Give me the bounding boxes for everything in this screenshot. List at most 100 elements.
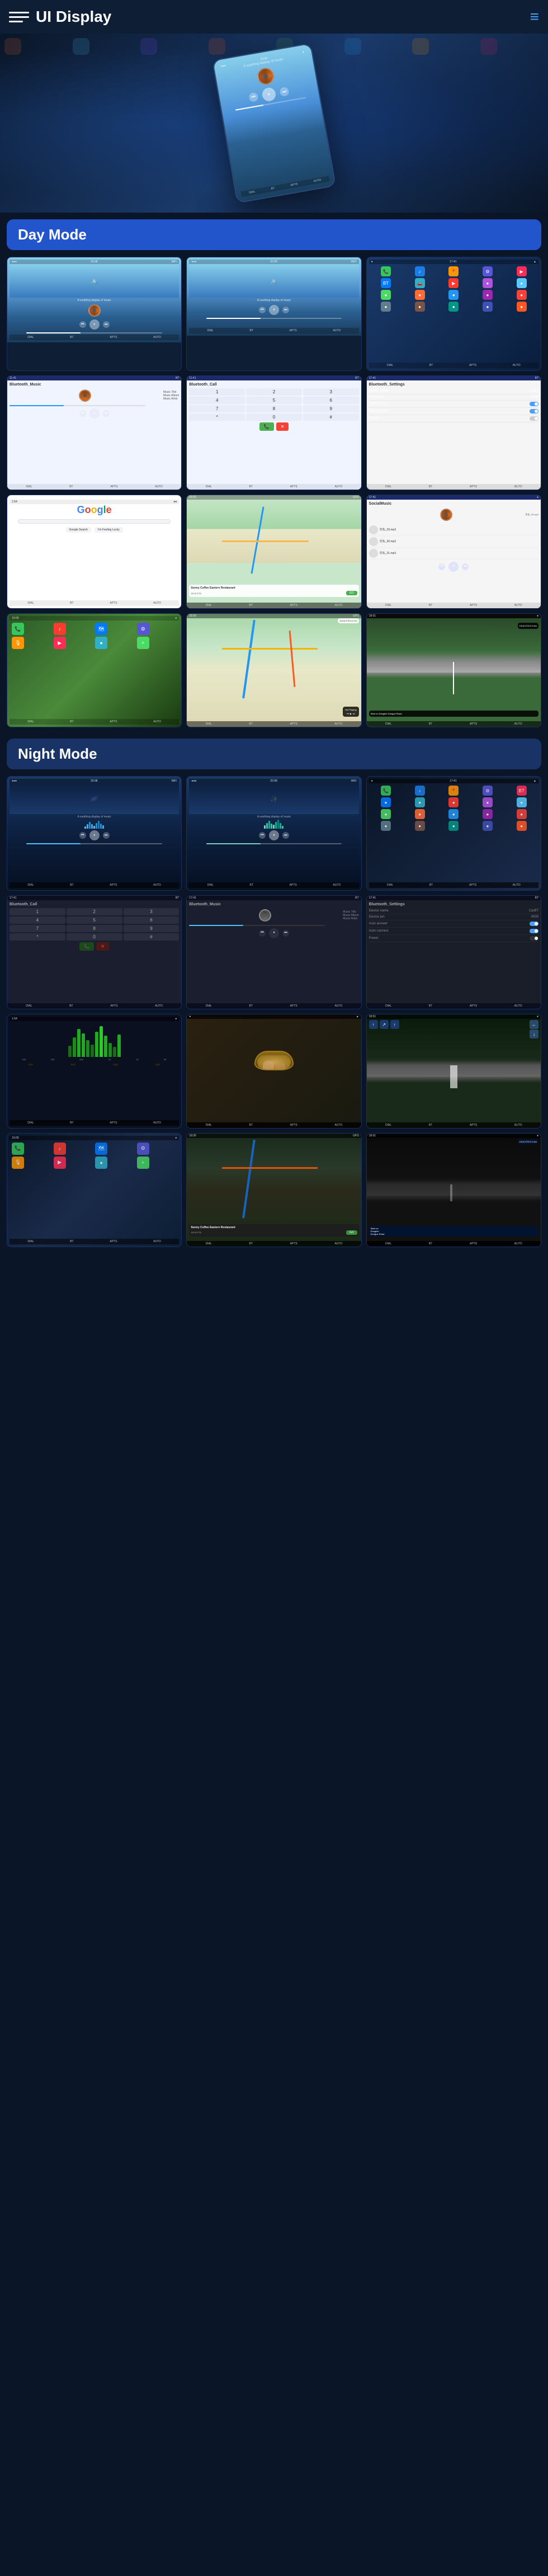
nbtm-dial[interactable]: DIAL <box>206 1004 212 1008</box>
nbtm-play[interactable]: ⏸ <box>269 928 279 938</box>
sm-auto[interactable]: AUTO <box>514 604 522 607</box>
n-num-3[interactable]: 3 <box>124 908 179 915</box>
n-app-more3[interactable]: ● <box>448 797 459 807</box>
night-play-1[interactable]: ⏸ <box>89 830 100 840</box>
nbts-bt[interactable]: BT <box>429 1004 432 1008</box>
gps-dial[interactable]: DIAL <box>206 722 212 726</box>
n-app-more4[interactable]: ● <box>483 797 493 807</box>
gps-auto[interactable]: AUTO <box>334 722 342 726</box>
nm1-apts[interactable]: APTS <box>110 883 117 887</box>
nag-apts[interactable]: APTS <box>469 883 476 887</box>
app-icon-more12[interactable]: ● <box>517 302 527 312</box>
gps-bt[interactable]: BT <box>249 722 253 726</box>
d2-apts[interactable]: APTS <box>290 329 297 332</box>
num-4[interactable]: 4 <box>189 397 245 404</box>
num-8[interactable]: 8 <box>246 405 302 412</box>
la-dial[interactable]: DIAL <box>27 720 34 723</box>
app-icon-waze[interactable]: 🚗 <box>415 278 425 288</box>
app-icon-more6[interactable]: ● <box>483 290 493 300</box>
n-app-more14[interactable]: ● <box>483 821 493 831</box>
day-next-1[interactable]: ⏭ <box>103 321 110 328</box>
g-dial[interactable]: DIAL <box>27 601 34 605</box>
bts-dial[interactable]: DIAL <box>385 485 391 488</box>
map-auto[interactable]: AUTO <box>334 604 342 607</box>
map-bt[interactable]: BT <box>249 604 253 607</box>
n-la-more1[interactable]: ● <box>95 1157 107 1169</box>
neq-bt[interactable]: BT <box>70 1121 73 1125</box>
ag-dial[interactable]: DIAL <box>387 364 393 367</box>
ncp-apts[interactable]: APTS <box>470 1242 477 1245</box>
nbtm-auto[interactable]: AUTO <box>334 1004 342 1008</box>
num-5[interactable]: 5 <box>246 397 302 404</box>
n-app-more8[interactable]: ● <box>448 809 459 819</box>
track-item-3[interactable]: 华东_31.mp3 <box>369 548 538 560</box>
app-icon-music[interactable]: ♪ <box>415 266 425 276</box>
la-bt[interactable]: BT <box>70 720 73 723</box>
n-num-hash[interactable]: # <box>124 933 179 941</box>
btm-prev[interactable]: ⏮ <box>79 410 86 417</box>
np-next[interactable]: ⏭ <box>353 712 355 715</box>
neq-apts[interactable]: APTS <box>110 1121 117 1125</box>
nrd-auto[interactable]: AUTO <box>514 1124 522 1127</box>
bottom-apts[interactable]: APTS <box>290 182 298 187</box>
num-star[interactable]: * <box>189 413 245 421</box>
n-num-4[interactable]: 4 <box>10 916 65 924</box>
ag-bt[interactable]: BT <box>429 364 433 367</box>
nm2-dial[interactable]: DIAL <box>207 883 214 887</box>
app-icon-youtube[interactable]: ▶ <box>448 278 459 288</box>
app-icon-phone[interactable]: 📞 <box>381 266 391 276</box>
sm-dial[interactable]: DIAL <box>385 604 391 607</box>
d1-auto[interactable]: AUTO <box>153 336 161 339</box>
eq-btn-2[interactable]: EQ2 <box>70 1063 77 1066</box>
app-icon-more5[interactable]: ● <box>448 290 459 300</box>
night-next-2[interactable]: ⏭ <box>282 832 289 839</box>
nmap-dial[interactable]: DIAL <box>206 1242 212 1245</box>
n-app-more6[interactable]: ● <box>381 809 391 819</box>
app-podcast[interactable]: 🎙 <box>12 637 24 649</box>
day-next-2[interactable]: ⏭ <box>282 307 289 313</box>
btm-play[interactable]: ⏸ <box>89 408 100 419</box>
d2-auto[interactable]: AUTO <box>333 329 341 332</box>
num-3[interactable]: 3 <box>303 388 359 396</box>
nfd-apts[interactable]: APTS <box>290 1124 297 1127</box>
day-play-1[interactable]: ⏸ <box>89 319 100 330</box>
n-la-music[interactable]: ♪ <box>54 1143 66 1155</box>
app-maps[interactable]: 🗺 <box>95 623 107 635</box>
num-2[interactable]: 2 <box>246 388 302 396</box>
nbtc-auto[interactable]: AUTO <box>155 1004 163 1008</box>
night-map-go[interactable]: GO <box>346 1230 357 1235</box>
d1-apts[interactable]: APTS <box>110 336 117 339</box>
app-icon-bt[interactable]: BT <box>381 278 391 288</box>
hero-play-btn[interactable]: ⏸ <box>261 87 277 102</box>
n-auto-connect-toggle[interactable] <box>530 929 538 933</box>
app-music[interactable]: ♪ <box>54 623 66 635</box>
n-num-8[interactable]: 8 <box>67 925 122 932</box>
n-app-phone[interactable]: 📞 <box>381 786 391 796</box>
n-app-more1[interactable]: ● <box>381 797 391 807</box>
cp-auto[interactable]: AUTO <box>514 722 522 726</box>
nfd-bt[interactable]: BT <box>249 1124 253 1127</box>
auto-connect-toggle[interactable] <box>530 409 538 413</box>
np-play[interactable]: ▶ <box>350 712 352 715</box>
nav-menu-icon[interactable]: ≡ <box>530 8 539 26</box>
map-apts[interactable]: APTS <box>290 604 297 607</box>
app-video[interactable]: ▶ <box>54 637 66 649</box>
night-prev-2[interactable]: ⏮ <box>259 832 266 839</box>
power-toggle[interactable] <box>530 416 538 421</box>
ag-auto[interactable]: AUTO <box>513 364 521 367</box>
n-la-phone[interactable]: 📞 <box>12 1143 24 1155</box>
auto-answer-toggle[interactable] <box>530 402 538 406</box>
nla-apts[interactable]: APTS <box>110 1240 117 1243</box>
n-auto-answer-toggle[interactable] <box>530 922 538 926</box>
track-item-1[interactable]: 华东_29.mp3 <box>369 524 538 536</box>
btc-dial[interactable]: DIAL <box>206 485 212 488</box>
nbts-dial[interactable]: DIAL <box>385 1004 391 1008</box>
btm-auto[interactable]: AUTO <box>155 485 163 488</box>
app-icon-media[interactable]: ▶ <box>517 266 527 276</box>
nbts-auto[interactable]: AUTO <box>514 1004 522 1008</box>
app-icon-more4[interactable]: ● <box>415 290 425 300</box>
app-icon-more10[interactable]: ● <box>448 302 459 312</box>
nag-bt[interactable]: BT <box>429 883 433 887</box>
night-next-1[interactable]: ⏭ <box>103 832 110 839</box>
bts-bt[interactable]: BT <box>429 485 432 488</box>
